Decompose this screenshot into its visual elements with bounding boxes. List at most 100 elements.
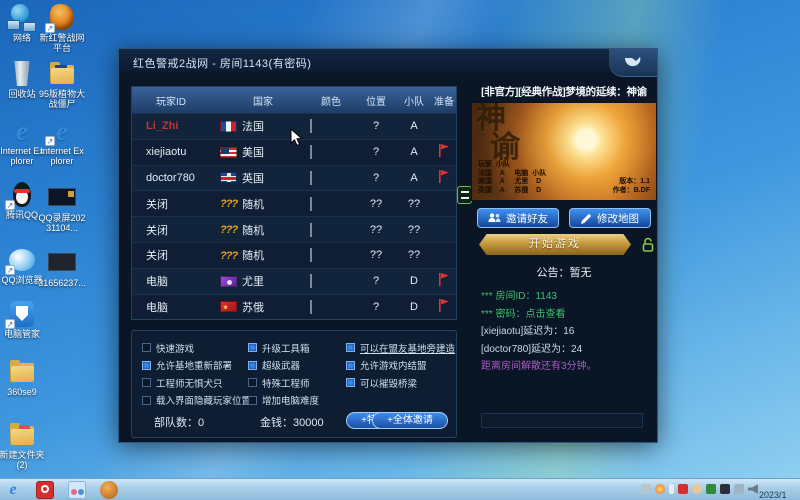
table-row[interactable]: 电脑 苏俄 ? D (132, 294, 456, 320)
color-swatch[interactable] (310, 171, 312, 185)
tray-icon[interactable] (678, 484, 688, 494)
option-in-game-alliances[interactable]: 允许游戏内结盟 (346, 357, 462, 375)
unlock-icon[interactable] (641, 237, 655, 257)
color-swatch[interactable] (310, 274, 312, 288)
color-swatch[interactable] (310, 119, 312, 133)
desktop-icon-qq-recording[interactable]: QQ录屏20231104... (38, 184, 86, 234)
taskbar-people-app-icon[interactable] (68, 481, 86, 499)
option-build-near-allies[interactable]: 可以在盟友基地旁建造 (346, 339, 462, 357)
country-flag-icon[interactable] (220, 121, 237, 132)
country-name[interactable]: 随机 (242, 222, 264, 238)
position-value[interactable]: ?? (356, 224, 396, 236)
option-ai-difficulty[interactable]: 增加电脑难度 (248, 392, 344, 410)
desktop-icon-new-folder-2[interactable]: 新建文件夹(2) (0, 421, 46, 471)
random-country-icon[interactable]: ??? (220, 224, 237, 235)
position-value[interactable]: ? (356, 146, 396, 158)
panel-collapse-button[interactable] (457, 186, 472, 204)
country-flag-icon[interactable] (220, 172, 237, 183)
map-preview-image[interactable]: 神谕 玩家 小队 法国 A 电脑 小队 美国 A 尤里 D 英国 A 苏俄 D … (471, 102, 657, 201)
desktop-icon-360se9-folder[interactable]: 360se9 (0, 358, 46, 397)
desktop-icon-ie-shortcut[interactable]: e↗ Internet Explorer (38, 117, 86, 167)
player-table: 玩家ID 国家 颜色 位置 小队 准备 Li_Zhi 法国 ? A xiejia… (131, 86, 457, 320)
col-position: 位置 (356, 93, 396, 108)
position-value[interactable]: ? (356, 301, 396, 313)
checkbox-icon (142, 361, 151, 370)
window-titlebar[interactable]: 红色警戒2战网 - 房间1143(有密码) (119, 49, 657, 73)
team-value[interactable]: A (396, 172, 432, 184)
position-value[interactable]: ? (356, 172, 396, 184)
table-row[interactable]: 电脑 尤里 ? D (132, 268, 456, 294)
country-name[interactable]: 英国 (242, 170, 264, 186)
table-row[interactable]: 关闭 ???随机 ?? ?? (132, 190, 456, 216)
team-value[interactable]: ?? (396, 198, 432, 210)
taskbar-red-app-icon[interactable] (36, 481, 54, 499)
taskbar[interactable]: e 2023/1 (0, 478, 800, 500)
option-superweapons[interactable]: 超级武器 (248, 357, 344, 375)
option-mcv-redeploy[interactable]: 允许基地重新部署 (142, 357, 246, 375)
team-value[interactable]: A (396, 120, 432, 132)
option-quick-game[interactable]: 快速游戏 (142, 339, 246, 357)
map-overlay-version: 版本：1.1 作者：B.DF (613, 178, 650, 195)
position-value[interactable]: ?? (356, 198, 396, 210)
option-hide-positions[interactable]: 载入界面隐藏玩家位置 (142, 392, 246, 410)
country-name[interactable]: 随机 (242, 196, 264, 212)
country-flag-icon[interactable] (220, 276, 237, 287)
room-password-line[interactable]: *** 密码：点击查看 (481, 306, 657, 324)
tray-icon[interactable] (706, 484, 716, 494)
tray-icon[interactable] (720, 484, 730, 494)
random-country-icon[interactable]: ??? (220, 198, 237, 209)
option-engineers-vs-dogs[interactable]: 工程师无惧犬只 (142, 374, 246, 392)
position-value[interactable]: ?? (356, 249, 396, 261)
country-name[interactable]: 尤里 (242, 273, 264, 289)
start-game-button[interactable]: 开始游戏 (479, 234, 631, 255)
country-flag-icon[interactable] (220, 301, 237, 312)
map-title: [非官方][经典作战]梦境的延续：神谕 (471, 84, 657, 99)
team-value[interactable]: A (396, 146, 432, 158)
chat-input[interactable] (481, 413, 643, 428)
tray-sogou-icon[interactable] (655, 484, 665, 494)
team-value[interactable]: D (396, 301, 432, 313)
volume-icon[interactable] (748, 484, 758, 494)
country-flag-icon[interactable] (220, 147, 237, 158)
tray-icon[interactable] (734, 484, 744, 494)
color-swatch[interactable] (310, 223, 312, 237)
desktop-icon-ra-platform[interactable]: ↗ 新红警战网平台 (38, 4, 86, 54)
color-swatch[interactable] (310, 300, 312, 314)
col-ready: 准备 (432, 93, 456, 108)
desktop-icon-pvz-folder[interactable]: 95版植物大战僵尸 (38, 60, 86, 110)
table-row[interactable]: 关闭 ???随机 ?? ?? (132, 216, 456, 242)
team-value[interactable]: ?? (396, 249, 432, 261)
invite-all-button[interactable]: +全体邀请 (372, 412, 448, 429)
tray-icon[interactable] (641, 484, 651, 494)
option-destroyable-bridges[interactable]: 可以摧毁桥梁 (346, 374, 462, 392)
col-player-id: 玩家ID (132, 93, 220, 108)
taskbar-clock[interactable]: 2023/1 (759, 480, 799, 500)
color-swatch[interactable] (310, 248, 312, 262)
checkbox-icon (142, 396, 151, 405)
player-name: doctor780 (132, 172, 220, 184)
color-swatch[interactable] (310, 197, 312, 211)
tray-icon[interactable] (692, 484, 702, 494)
color-swatch[interactable] (310, 145, 312, 159)
option-upgrade-toolbox[interactable]: 升级工具箱 (248, 339, 344, 357)
position-value[interactable]: ? (356, 120, 396, 132)
invite-friends-button[interactable]: 邀请好友 (477, 208, 559, 228)
team-value[interactable]: D (396, 275, 432, 287)
desktop-icon-pc-manager[interactable]: ↗ 电脑管家 (0, 300, 46, 339)
country-name[interactable]: 苏俄 (242, 299, 264, 315)
random-country-icon[interactable]: ??? (220, 250, 237, 261)
desktop-icon-image-file[interactable]: 31656237... (38, 249, 86, 288)
taskbar-ie-icon[interactable]: e (4, 481, 22, 499)
country-name[interactable]: 美国 (242, 144, 264, 160)
team-value[interactable]: ?? (396, 224, 432, 236)
country-name[interactable]: 随机 (242, 247, 264, 263)
country-name[interactable]: 法国 (242, 118, 264, 134)
edit-map-button[interactable]: 修改地图 (569, 208, 651, 228)
taskbar-game-icon[interactable] (100, 481, 118, 499)
tray-icon[interactable] (669, 484, 674, 494)
table-row[interactable]: 关闭 ???随机 ?? ?? (132, 242, 456, 268)
system-tray[interactable] (641, 484, 758, 494)
table-row[interactable]: doctor780 英国 ? A (132, 165, 456, 191)
option-special-engineer[interactable]: 特殊工程师 (248, 374, 344, 392)
position-value[interactable]: ? (356, 275, 396, 287)
